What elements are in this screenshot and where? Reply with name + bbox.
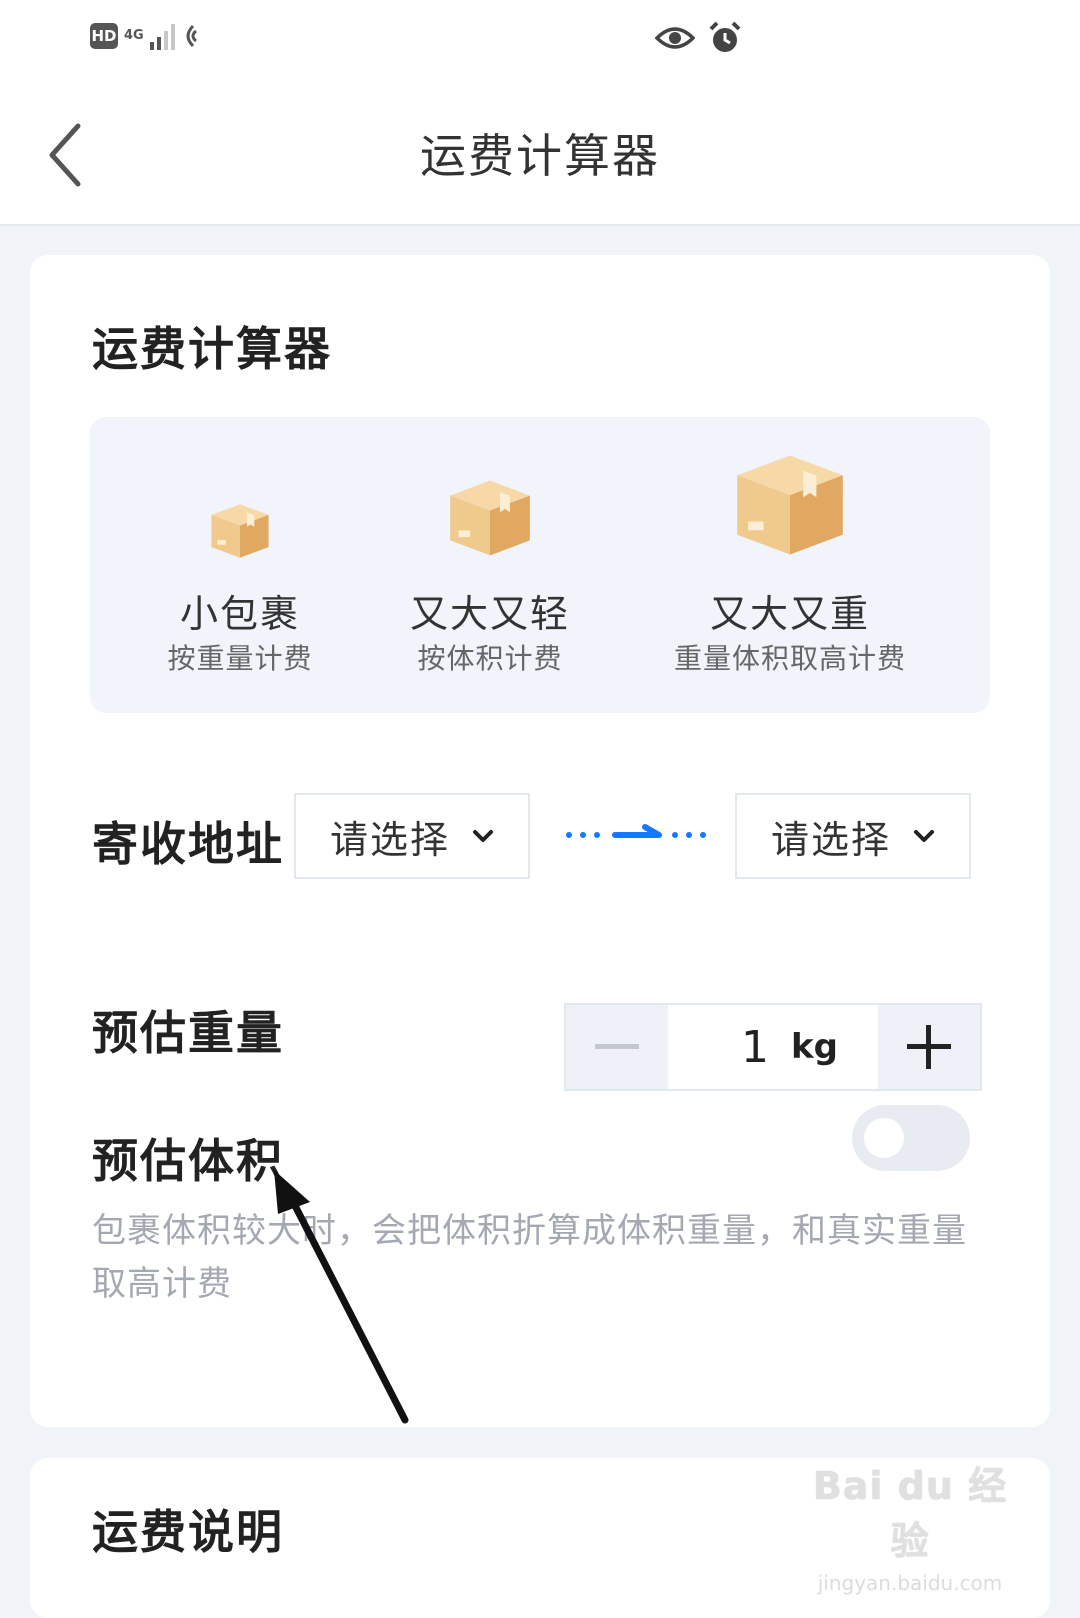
large-box-icon (640, 453, 940, 557)
chevron-down-icon (473, 830, 493, 842)
plus-icon (907, 1025, 951, 1069)
type-name: 又大又轻 (409, 592, 570, 636)
eye-icon (655, 27, 695, 49)
address-label: 寄收地址 (92, 817, 284, 871)
weight-stepper: 1 kg (564, 1003, 982, 1091)
weight-value-field[interactable]: 1 kg (668, 1005, 878, 1089)
from-address-text: 请选择 (329, 817, 450, 862)
type-desc: 重量体积取高计费 (673, 642, 906, 675)
type-big-heavy[interactable]: 又大又重 重量体积取高计费 (640, 417, 940, 713)
status-left: HD 4G (90, 22, 197, 50)
type-name: 又大又重 (709, 592, 870, 636)
type-desc: 按体积计费 (417, 642, 563, 675)
annotation-arrow-icon (274, 1170, 409, 1424)
chevron-down-icon (914, 830, 934, 842)
alarm-icon (709, 21, 741, 52)
to-address-text: 请选择 (770, 817, 891, 862)
volume-toggle[interactable] (852, 1105, 970, 1171)
watermark-url: jingyan.baidu.com (817, 1571, 1003, 1595)
hotspot-icon (186, 24, 197, 48)
from-address-select[interactable]: 请选择 (294, 793, 530, 879)
route-arrow-icon (566, 824, 706, 838)
calculator-title: 运费计算器 (92, 322, 332, 376)
type-big-light[interactable]: 又大又轻 按体积计费 (340, 417, 640, 713)
volume-hint: 包裹体积较大时，会把体积折算成体积重量，和真实重量取高计费 (92, 1211, 967, 1304)
increase-weight-button[interactable] (878, 1005, 980, 1089)
weight-label: 预估重量 (92, 1006, 284, 1060)
nav-bar: 运费计算器 (0, 90, 1080, 226)
volume-label: 预估体积 (92, 1134, 284, 1188)
hd-icon: HD (90, 23, 118, 49)
package-types-panel: 小包裹 按重量计费 又大又轻 按体积计费 又大又重 重量体积取高计费 (90, 417, 990, 713)
medium-box-icon (340, 479, 640, 557)
status-right (655, 20, 743, 56)
watermark: Bai du 经验 jingyan.baidu.com (810, 1455, 1010, 1595)
to-address-select[interactable]: 请选择 (735, 793, 971, 879)
network-type: 4G (124, 28, 144, 43)
explanation-title: 运费说明 (92, 1505, 284, 1559)
status-bar: HD 4G (0, 0, 1080, 90)
watermark-logo: Bai du 经验 (812, 1464, 1008, 1563)
minus-icon (595, 1044, 639, 1049)
weight-value: 1 (741, 1021, 770, 1073)
calculator-card: 运费计算器 小包裹 按重量计费 又大又轻 按体积计费 又大又重 重量体积取高计费… (30, 255, 1050, 1427)
page-title: 运费计算器 (420, 129, 660, 183)
decrease-weight-button[interactable] (566, 1005, 668, 1089)
toggle-knob (864, 1118, 904, 1158)
signal-icon (149, 22, 175, 50)
weight-unit: kg (791, 1027, 838, 1067)
